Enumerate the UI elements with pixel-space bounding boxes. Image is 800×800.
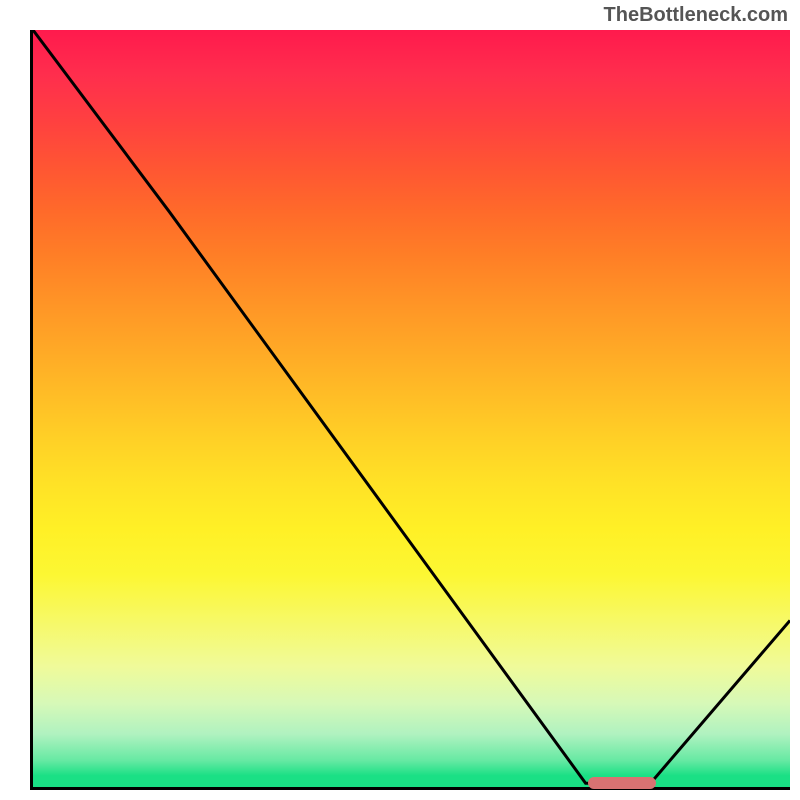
chart-area — [30, 30, 790, 790]
watermark-text: TheBottleneck.com — [604, 4, 788, 27]
gradient-background — [33, 30, 790, 787]
optimal-range-marker — [588, 777, 656, 789]
